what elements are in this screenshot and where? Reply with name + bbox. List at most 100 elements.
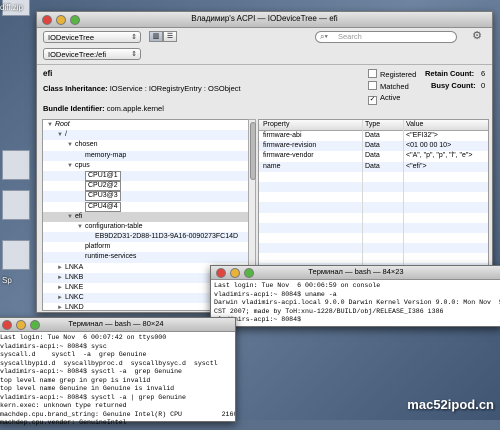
column-header-property[interactable]: Property — [263, 120, 289, 130]
tree-row-label: LNKB — [64, 273, 84, 281]
outline-view-button[interactable]: ☰ — [163, 31, 177, 42]
divider — [37, 64, 492, 65]
empty-row — [259, 253, 488, 263]
bundle-identifier-value: com.apple.kernel — [106, 104, 164, 113]
matched-checkbox[interactable]: Matched — [368, 81, 409, 91]
desktop-file-label[interactable]: diff.zip — [0, 3, 38, 15]
property-value: <"EFI32"> — [406, 132, 438, 139]
tree-row-label: platform — [85, 243, 111, 251]
watermark: mac52ipod.cn — [407, 397, 494, 412]
disclosure-closed-icon[interactable]: ► — [57, 265, 63, 271]
registered-label: Registered — [380, 70, 417, 79]
desktop-item-icon[interactable] — [2, 240, 30, 270]
tree-row-label: efi — [74, 212, 83, 220]
path-select[interactable]: IODeviceTree:/efi ⇕ — [43, 48, 141, 60]
empty-row — [259, 181, 488, 193]
object-info-panel: efi Class Inheritance: IOService : IOReg… — [43, 67, 486, 117]
disclosure-closed-icon[interactable]: ► — [57, 295, 63, 301]
property-name: firmware-abi — [263, 132, 302, 139]
registered-checkbox[interactable]: Registered — [368, 69, 416, 79]
busy-count-label: Busy Count: — [431, 81, 476, 90]
tree-row[interactable]: CPU3@3 — [43, 191, 248, 202]
terminal-line: Darwin vladimirs-acpi.local 9.0.0 Darwin… — [214, 299, 500, 306]
plane-select[interactable]: IODeviceTree ⇕ — [43, 31, 141, 43]
disclosure-closed-icon[interactable]: ► — [57, 285, 63, 291]
tree-row[interactable]: ▼ Root — [43, 120, 248, 130]
property-type: Data — [365, 152, 380, 160]
disclosure-open-icon[interactable]: ▼ — [47, 122, 53, 128]
active-checkbox[interactable]: ✓ Active — [368, 93, 400, 105]
window-title: Владимир's ACPI — IODeviceTree — efi — [191, 14, 338, 23]
terminal-line: kern.exec: unknown type returned — [0, 402, 127, 409]
browser-view-button[interactable]: ▥ — [149, 31, 163, 42]
disclosure-open-icon[interactable]: ▼ — [67, 142, 73, 148]
bundle-identifier-label: Bundle Identifier: — [43, 104, 105, 113]
tree-row[interactable]: runtime-services — [43, 252, 248, 263]
tree-row[interactable]: ▼ chosen — [43, 140, 248, 150]
tree-row-label: LNKE — [64, 284, 84, 291]
disclosure-open-icon[interactable]: ▼ — [77, 224, 83, 230]
empty-row — [259, 172, 488, 182]
property-row[interactable]: name Data <"efi"> — [259, 161, 488, 172]
object-name: efi — [43, 69, 53, 78]
terminal-output[interactable]: Last login: Tue Nov 6 00:07:42 on ttys00… — [0, 332, 235, 430]
tree-row[interactable]: memory-map — [43, 150, 248, 161]
tree-row[interactable]: ▼ efi — [43, 211, 248, 222]
column-header-type[interactable]: Type — [365, 120, 380, 130]
terminal-line: vladimirs-acpi:~ 8084$ uname -a — [214, 290, 337, 298]
terminal-line: Last login: Tue Nov 6 00:06:59 on consol… — [214, 282, 381, 289]
tree-row-label: runtime-services — [85, 253, 137, 261]
property-type: Data — [365, 142, 380, 150]
disclosure-open-icon[interactable]: ▼ — [67, 163, 73, 169]
retain-count-label: Retain Count: — [425, 69, 475, 78]
tree-row-label: Root — [54, 121, 70, 128]
desktop-item-icon[interactable] — [2, 150, 30, 180]
tree-row-label: chosen — [74, 141, 98, 149]
terminal-output[interactable]: Last login: Tue Nov 6 00:06:59 on consol… — [211, 280, 500, 327]
terminal-window-2[interactable]: Терминал — bash — 80×24 Last login: Tue … — [0, 317, 236, 426]
tree-row[interactable]: ▼ cpus — [43, 161, 248, 171]
terminal-titlebar[interactable]: Терминал — bash — 84×23 — [211, 266, 500, 280]
terminal-window-1[interactable]: Терминал — bash — 84×23 Last login: Tue … — [210, 265, 500, 327]
property-row[interactable]: firmware-revision Data <01 00 00 10> — [259, 141, 488, 152]
tree-row[interactable]: EB9D2D31-2D88-11D3-9A16-0090273FC14D — [43, 232, 248, 243]
busy-count-value: 0 — [481, 81, 486, 90]
terminal-line: vladimirs-acpi:~ 8084$ sysc — [0, 342, 107, 350]
disclosure-open-icon[interactable]: ▼ — [57, 132, 63, 138]
checkbox-box — [368, 69, 377, 78]
property-type: Data — [365, 162, 380, 170]
class-inheritance-value: IOService : IORegistryEntry : OSObject — [109, 84, 241, 93]
bundle-identifier: Bundle Identifier: com.apple.kernel — [43, 104, 164, 113]
empty-row — [259, 243, 488, 254]
tree-row-label: LNKD — [64, 304, 84, 311]
tree-row[interactable]: CPU2@2 — [43, 181, 248, 192]
view-mode-control: ▥ ☰ — [149, 31, 177, 42]
desktop-item-icon[interactable] — [2, 190, 30, 220]
path-select-value: IODeviceTree:/efi — [48, 50, 107, 59]
window-titlebar[interactable]: Владимир's ACPI — IODeviceTree — efi — [37, 12, 492, 28]
column-header-value[interactable]: Value — [406, 120, 423, 130]
property-value: <"A", "p", "p", "l", "e"> — [406, 152, 473, 160]
tree-row[interactable]: platform — [43, 242, 248, 252]
tree-row[interactable]: CPU1@1 — [43, 170, 248, 182]
toolbar: IODeviceTree ⇕ ▥ ☰ ⌕▾ Search ⚙ — [43, 30, 486, 44]
property-row[interactable]: firmware-vendor Data <"A", "p", "p", "l", … — [259, 151, 488, 161]
search-field[interactable]: ⌕▾ Search — [315, 31, 457, 43]
terminal-titlebar[interactable]: Терминал — bash — 80×24 — [0, 318, 235, 332]
tree-row[interactable]: ▼ / — [43, 130, 248, 141]
terminal-line: syscallbypid.d syscallbyproc.d syscallby… — [0, 359, 218, 367]
tree-row-label: LNKA — [64, 263, 84, 271]
disclosure-closed-icon[interactable]: ► — [57, 275, 63, 281]
terminal-line: CST 2007; made by ToH:xnu-1228/BUILD/obj… — [214, 307, 444, 315]
scrollbar-thumb[interactable] — [250, 122, 256, 180]
tree-row-label: / — [64, 131, 67, 139]
property-row[interactable]: firmware-abi Data <"EFI32"> — [259, 131, 488, 141]
checkmark-icon: ✓ — [368, 96, 377, 105]
gear-icon[interactable]: ⚙ — [470, 30, 484, 44]
tree-row[interactable]: ▼ configuration-table — [43, 222, 248, 232]
terminal-line: vladimirs-acpi:~ 8084$ sysctl -a | grep … — [0, 393, 186, 401]
tree-row[interactable]: CPU4@4 — [43, 201, 248, 212]
disclosure-closed-icon[interactable]: ► — [57, 305, 63, 310]
active-label: Active — [380, 93, 401, 102]
disclosure-open-icon[interactable]: ▼ — [67, 214, 73, 220]
